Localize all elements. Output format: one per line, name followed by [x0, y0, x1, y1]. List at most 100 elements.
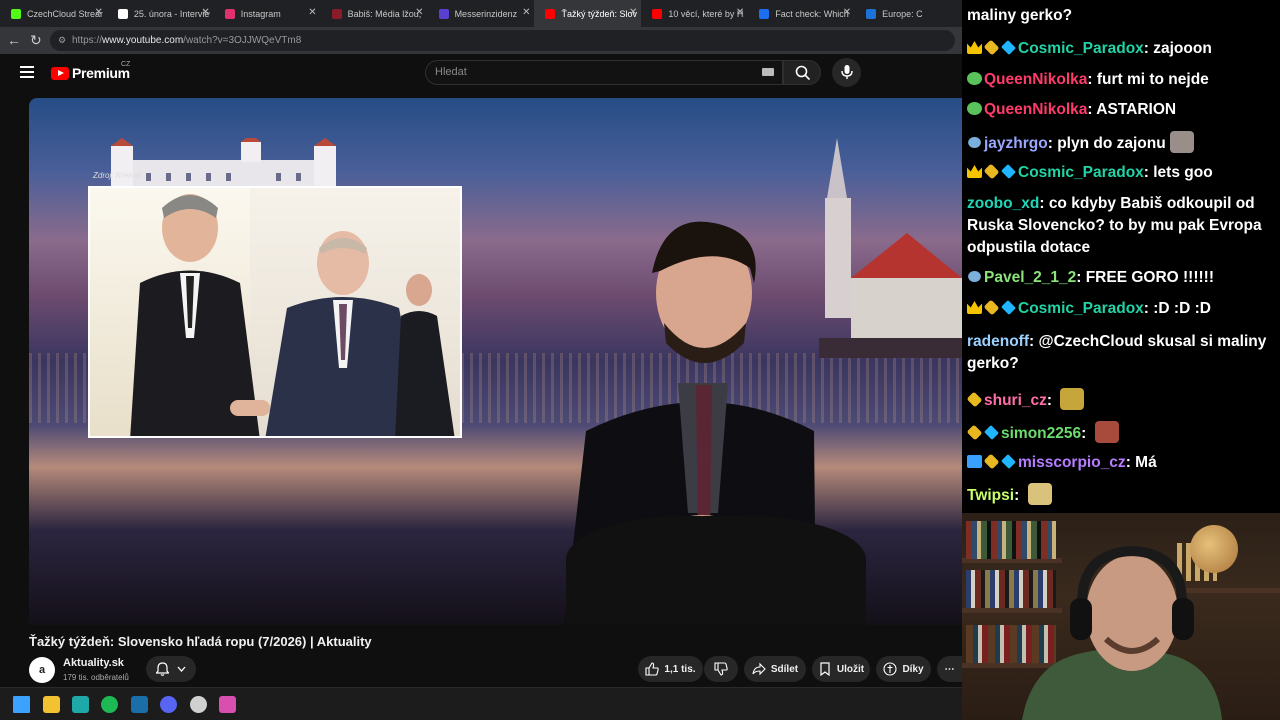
browser-address-bar: ← ↻ ⚙ https://www.youtube.com/watch?v=3O…	[0, 27, 962, 54]
dislike-button[interactable]	[704, 656, 738, 682]
chat-badge-cube-icon	[1001, 454, 1016, 469]
chat-username[interactable]: Cosmic_Paradox	[1018, 300, 1144, 317]
save-button[interactable]: Uložit	[812, 656, 870, 682]
browser-tab[interactable]: Europe: C	[855, 0, 962, 27]
youtube-logo[interactable]: Premium CZ	[51, 61, 130, 81]
chat-username[interactable]: simon2256	[1001, 425, 1081, 442]
chat-username[interactable]: radenoff	[967, 333, 1029, 350]
image-source-caption: Zdroj: Kremeľ	[93, 171, 142, 180]
chat-badge-blue-icon	[968, 270, 981, 283]
chat-colon: :	[1014, 487, 1024, 504]
video-player[interactable]: Zdroj: Kremeľ	[29, 98, 962, 625]
youtube-play-icon	[51, 66, 69, 80]
cathedral-graphic	[819, 138, 962, 358]
chat-badge-crown-icon	[967, 301, 982, 314]
chat-text: Má	[1135, 454, 1157, 471]
chat-message: Cosmic_Paradox: zajooon	[967, 38, 1273, 60]
tab-favicon-icon	[438, 8, 449, 19]
chat-username[interactable]: Cosmic_Paradox	[1018, 164, 1144, 181]
windows-start-icon[interactable]	[13, 696, 30, 713]
chat-colon: :	[1143, 164, 1154, 181]
channel-name[interactable]: Aktuality.sk	[63, 657, 124, 669]
tab-close-icon[interactable]: ✕	[201, 7, 209, 18]
tab-title: 10 věcí, které by Hitle	[668, 8, 744, 19]
chat-colon: :	[1087, 101, 1097, 118]
tab-favicon-icon	[759, 8, 770, 19]
chat-username[interactable]: zoobo_xd	[967, 195, 1039, 212]
chat-badge-gem-icon	[967, 72, 982, 85]
obs-icon[interactable]	[190, 696, 207, 713]
search-button[interactable]	[783, 60, 821, 85]
share-button[interactable]: Sdílet	[744, 656, 806, 682]
chat-username[interactable]: misscorpio_cz	[1018, 454, 1126, 471]
tab-close-icon[interactable]: ✕	[415, 7, 423, 18]
chat-badge-cube-icon	[1001, 300, 1016, 315]
like-button[interactable]: 1,1 tis.	[638, 656, 703, 682]
browser-tab[interactable]: Messerinzidenz ✕	[428, 0, 535, 27]
browser-tab[interactable]: 25. února - Interview ✕	[107, 0, 214, 27]
chat-username[interactable]: jayzhrgo	[984, 135, 1048, 152]
tab-close-icon[interactable]: ✕	[308, 7, 316, 18]
bell-icon	[156, 662, 169, 676]
share-icon	[752, 662, 766, 676]
edge-browser-icon[interactable]	[72, 696, 89, 713]
subscriber-count: 179 tis. odběratelů	[63, 673, 129, 682]
chat-colon: :	[1143, 40, 1154, 57]
browser-tab-bar: CzechCloud Stream -✕25. února - Intervie…	[0, 0, 962, 27]
voice-search-button[interactable]	[832, 58, 861, 87]
chat-username[interactable]: QueenNikolka	[984, 71, 1087, 88]
tab-close-icon[interactable]: ✕	[843, 7, 851, 18]
browser-tab[interactable]: CzechCloud Stream -✕	[0, 0, 107, 27]
chat-username[interactable]: shuri_cz	[984, 392, 1047, 409]
chat-badge-gold-icon	[966, 391, 983, 408]
browser-tab[interactable]: Ťažký týždeň: Slovens✕	[534, 0, 642, 27]
discord-icon[interactable]	[160, 696, 177, 713]
chat-text: plyn do zajonu	[1057, 135, 1166, 152]
tab-close-icon[interactable]: ✕	[95, 7, 103, 18]
tab-title: 25. února - Interview	[133, 8, 210, 19]
chat-message: radenoff: @CzechCloud skusal si maliny g…	[967, 331, 1273, 375]
browser-tab[interactable]: Babiš: Média lžou, op✕	[321, 0, 428, 27]
url-prefix: https://	[72, 35, 103, 46]
tab-title: Fact check: Which co	[775, 8, 851, 19]
chat-message: misscorpio_cz: Má	[967, 452, 1273, 474]
steam-icon[interactable]	[131, 696, 148, 713]
menu-icon[interactable]	[20, 66, 34, 81]
keyboard-icon[interactable]	[762, 68, 774, 76]
more-actions-button[interactable]: ⋯	[937, 656, 962, 682]
back-arrow-icon[interactable]: ←	[7, 32, 21, 48]
chat-username[interactable]: Twipsi	[967, 487, 1014, 504]
search-input[interactable]: Hledat	[425, 60, 783, 85]
channel-avatar[interactable]: a	[29, 657, 55, 683]
chat-badge-gold-icon	[983, 453, 1000, 470]
share-label: Sdílet	[770, 663, 799, 675]
url-field[interactable]: ⚙ https://www.youtube.com/watch?v=3OJJWQ…	[50, 30, 955, 51]
site-info-icon[interactable]: ⚙	[58, 30, 66, 51]
browser-tab[interactable]: 10 věcí, které by Hitle✕	[641, 0, 748, 27]
chat-colon: :	[1081, 425, 1091, 442]
spotify-icon[interactable]	[101, 696, 118, 713]
news-desk-graphic	[566, 516, 866, 625]
tab-close-icon[interactable]: ✕	[629, 7, 637, 18]
tab-favicon-icon	[652, 8, 663, 19]
chat-username[interactable]: Cosmic_Paradox	[1018, 40, 1144, 57]
notifications-button[interactable]	[146, 656, 196, 682]
super-thanks-icon	[883, 662, 897, 676]
thumbs-down-icon	[714, 662, 728, 676]
tab-title: Babiš: Média lžou, op	[347, 8, 424, 19]
copilot-icon[interactable]	[219, 696, 236, 713]
chat-username[interactable]: Pavel_2_1_2	[984, 269, 1076, 286]
tab-title: Messerinzidenz	[454, 8, 518, 19]
browser-tab[interactable]: Fact check: Which co✕	[748, 0, 855, 27]
tab-close-icon[interactable]: ✕	[522, 7, 530, 18]
browser-tab[interactable]: Instagram ✕	[214, 0, 321, 27]
chat-badge-gold-icon	[983, 39, 1000, 56]
thanks-button[interactable]: Díky	[876, 656, 931, 682]
tab-close-icon[interactable]: ✕	[736, 7, 744, 18]
file-explorer-icon[interactable]	[43, 696, 60, 713]
chat-username[interactable]: QueenNikolka	[984, 101, 1087, 118]
chat-colon: :	[1076, 269, 1086, 286]
more-icon: ⋯	[944, 663, 955, 675]
stream-chat: maliny gerko? Cosmic_Paradox: zajooon Quee…	[962, 0, 1280, 513]
reload-icon[interactable]: ↻	[30, 32, 42, 49]
